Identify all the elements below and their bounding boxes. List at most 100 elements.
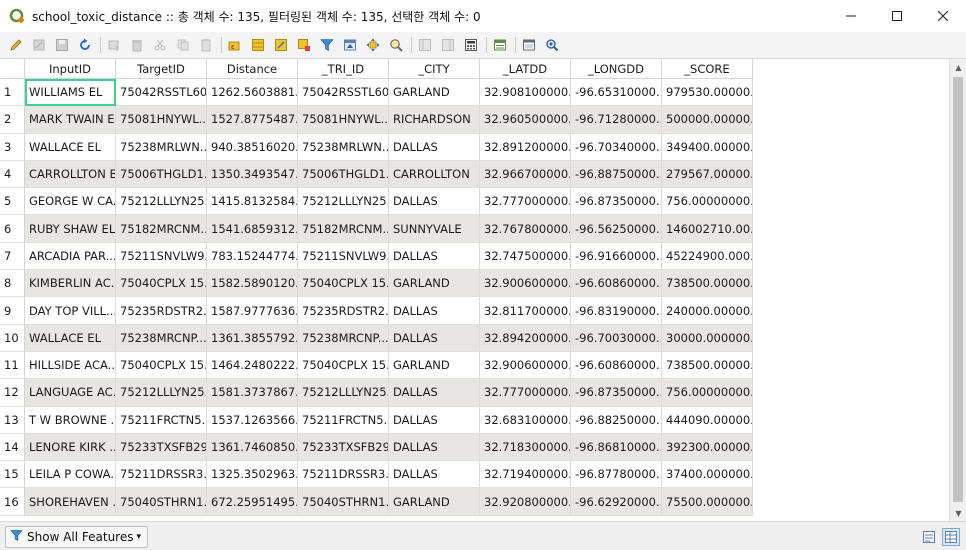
- table-cell[interactable]: 75211FRCTN5...: [298, 406, 389, 434]
- table-cell[interactable]: 32.719400000...: [480, 461, 571, 489]
- table-cell[interactable]: GEORGE W CA...: [25, 188, 116, 216]
- table-cell[interactable]: 756.00000000...: [662, 379, 753, 407]
- delete-field-icon[interactable]: [440, 37, 456, 53]
- table-cell[interactable]: 1325.3502963...: [207, 461, 298, 489]
- column-header[interactable]: TargetID: [116, 59, 207, 79]
- table-cell[interactable]: 75235RDSTR2...: [116, 297, 207, 325]
- table-cell[interactable]: 75238MRLWN...: [298, 133, 389, 161]
- table-cell[interactable]: 75211DRSSR3...: [298, 461, 389, 489]
- column-header[interactable]: _LATDD: [480, 59, 571, 79]
- actions-icon[interactable]: [544, 37, 560, 53]
- table-cell[interactable]: 75081HNYWL...: [298, 106, 389, 134]
- table-cell[interactable]: 45224900.000...: [662, 242, 753, 271]
- table-cell[interactable]: 75211SNVLW9...: [298, 242, 389, 271]
- table-cell[interactable]: 75212LLLYN25...: [298, 188, 389, 216]
- table-cell[interactable]: 32.920800000...: [480, 488, 571, 516]
- table-cell[interactable]: 32.900600000...: [480, 351, 571, 380]
- row-header[interactable]: 13: [0, 406, 25, 434]
- conditional-format-icon[interactable]: [492, 37, 508, 53]
- show-all-features-button[interactable]: Show All Features ▾: [5, 526, 149, 548]
- table-cell[interactable]: 37400.000000...: [662, 461, 753, 489]
- table-cell[interactable]: 32.777000000...: [480, 188, 571, 216]
- field-calculator-icon[interactable]: [463, 37, 479, 53]
- table-row[interactable]: 11 HILLSIDE ACA... 75040CPLX 15... 1464.248…: [0, 351, 753, 380]
- table-cell[interactable]: 32.966700000...: [480, 160, 571, 189]
- table-cell[interactable]: DAY TOP VILL...: [25, 297, 116, 325]
- column-header[interactable]: Distance: [207, 59, 298, 79]
- table-cell[interactable]: 75235RDSTR2...: [298, 297, 389, 325]
- copy-icon[interactable]: [175, 37, 191, 53]
- move-selection-top-icon[interactable]: [342, 37, 358, 53]
- table-cell[interactable]: 75211SNVLW9...: [116, 242, 207, 271]
- table-cell[interactable]: CARROLLTON: [389, 160, 480, 189]
- table-cell[interactable]: 75040CPLX 15...: [116, 351, 207, 380]
- table-row[interactable]: 15 LEILA P COWA... 75211DRSSR3... 1325.3502…: [0, 461, 753, 489]
- save-icon[interactable]: [54, 37, 70, 53]
- add-feature-icon[interactable]: [106, 37, 122, 53]
- row-header[interactable]: 4: [0, 160, 25, 189]
- table-cell[interactable]: 349400.00000...: [662, 133, 753, 161]
- table-cell[interactable]: 1361.7460850...: [207, 433, 298, 462]
- table-cell[interactable]: 979530.00000...: [662, 79, 753, 107]
- table-cell[interactable]: 75006THGLD1...: [116, 160, 207, 189]
- table-cell[interactable]: 32.900600000...: [480, 270, 571, 298]
- table-cell[interactable]: 30000.000000...: [662, 324, 753, 352]
- table-cell[interactable]: -96.87780000...: [571, 461, 662, 489]
- table-row[interactable]: 13 T W BROWNE ... 75211FRCTN5... 1537.12635…: [0, 406, 753, 434]
- row-header[interactable]: 8: [0, 270, 25, 298]
- table-cell[interactable]: 32.767800000...: [480, 215, 571, 243]
- table-row[interactable]: 16 SHOREHAVEN ... 75040STHRN1... 672.259514…: [0, 488, 753, 516]
- scroll-up-icon[interactable]: ▲: [950, 59, 966, 76]
- table-cell[interactable]: ARCADIA PAR...: [25, 242, 116, 271]
- table-row[interactable]: 1WILLIAMS EL75042RSSTL60...1262.5603881.…: [0, 79, 753, 107]
- table-view-button[interactable]: [942, 528, 960, 546]
- row-header[interactable]: 5: [0, 188, 25, 216]
- table-cell[interactable]: 783.15244774...: [207, 242, 298, 271]
- table-cell[interactable]: 32.894200000...: [480, 324, 571, 352]
- row-header[interactable]: 6: [0, 215, 25, 243]
- table-cell[interactable]: 1464.2480222...: [207, 351, 298, 380]
- row-header[interactable]: 15: [0, 461, 25, 489]
- table-cell[interactable]: GARLAND: [389, 351, 480, 380]
- table-cell[interactable]: SHOREHAVEN ...: [25, 488, 116, 516]
- table-cell[interactable]: 1361.3855792...: [207, 324, 298, 352]
- table-cell[interactable]: 75182MRCNM...: [298, 215, 389, 243]
- row-header[interactable]: 16: [0, 488, 25, 516]
- table-cell[interactable]: -96.88250000...: [571, 406, 662, 434]
- table-cell[interactable]: 279567.00000...: [662, 160, 753, 189]
- row-header[interactable]: 11: [0, 351, 25, 380]
- table-cell[interactable]: -96.88750000...: [571, 160, 662, 189]
- filter-icon[interactable]: [319, 37, 335, 53]
- table-cell[interactable]: LENORE KIRK ...: [25, 433, 116, 462]
- row-header[interactable]: 7: [0, 242, 25, 271]
- table-cell[interactable]: 392300.00000...: [662, 433, 753, 462]
- table-cell[interactable]: 32.683100000...: [480, 406, 571, 434]
- table-cell[interactable]: DALLAS: [389, 379, 480, 407]
- table-cell[interactable]: 32.908100000...: [480, 79, 571, 107]
- reload-icon[interactable]: [77, 37, 93, 53]
- column-header[interactable]: _SCORE: [662, 59, 753, 79]
- column-header[interactable]: _CITY: [389, 59, 480, 79]
- paste-icon[interactable]: [198, 37, 214, 53]
- row-header[interactable]: 1: [0, 79, 25, 107]
- vertical-scrollbar[interactable]: ▲ ▼: [949, 59, 966, 521]
- table-cell[interactable]: 75040CPLX 15...: [116, 270, 207, 298]
- scroll-down-icon[interactable]: ▼: [950, 505, 966, 521]
- deselect-icon[interactable]: [296, 37, 312, 53]
- zoom-to-selection-icon[interactable]: [388, 37, 404, 53]
- table-cell[interactable]: 75211DRSSR3...: [116, 461, 207, 489]
- table-row[interactable]: 10 WALLACE EL 75238MRCNP... 1361.3855792...…: [0, 324, 753, 352]
- table-cell[interactable]: -96.65310000...: [571, 79, 662, 107]
- row-header[interactable]: 14: [0, 433, 25, 462]
- cut-icon[interactable]: [152, 37, 168, 53]
- row-header[interactable]: 3: [0, 133, 25, 161]
- table-cell[interactable]: 32.960500000...: [480, 106, 571, 134]
- table-cell[interactable]: 32.891200000...: [480, 133, 571, 161]
- table-cell[interactable]: CARROLLTON EL: [25, 160, 116, 189]
- table-cell[interactable]: GARLAND: [389, 79, 480, 107]
- table-cell[interactable]: RICHARDSON: [389, 106, 480, 134]
- minimize-button[interactable]: [828, 0, 874, 32]
- table-cell[interactable]: GARLAND: [389, 488, 480, 516]
- table-cell[interactable]: -96.91660000...: [571, 242, 662, 271]
- table-cell[interactable]: 1262.5603881...: [207, 79, 298, 107]
